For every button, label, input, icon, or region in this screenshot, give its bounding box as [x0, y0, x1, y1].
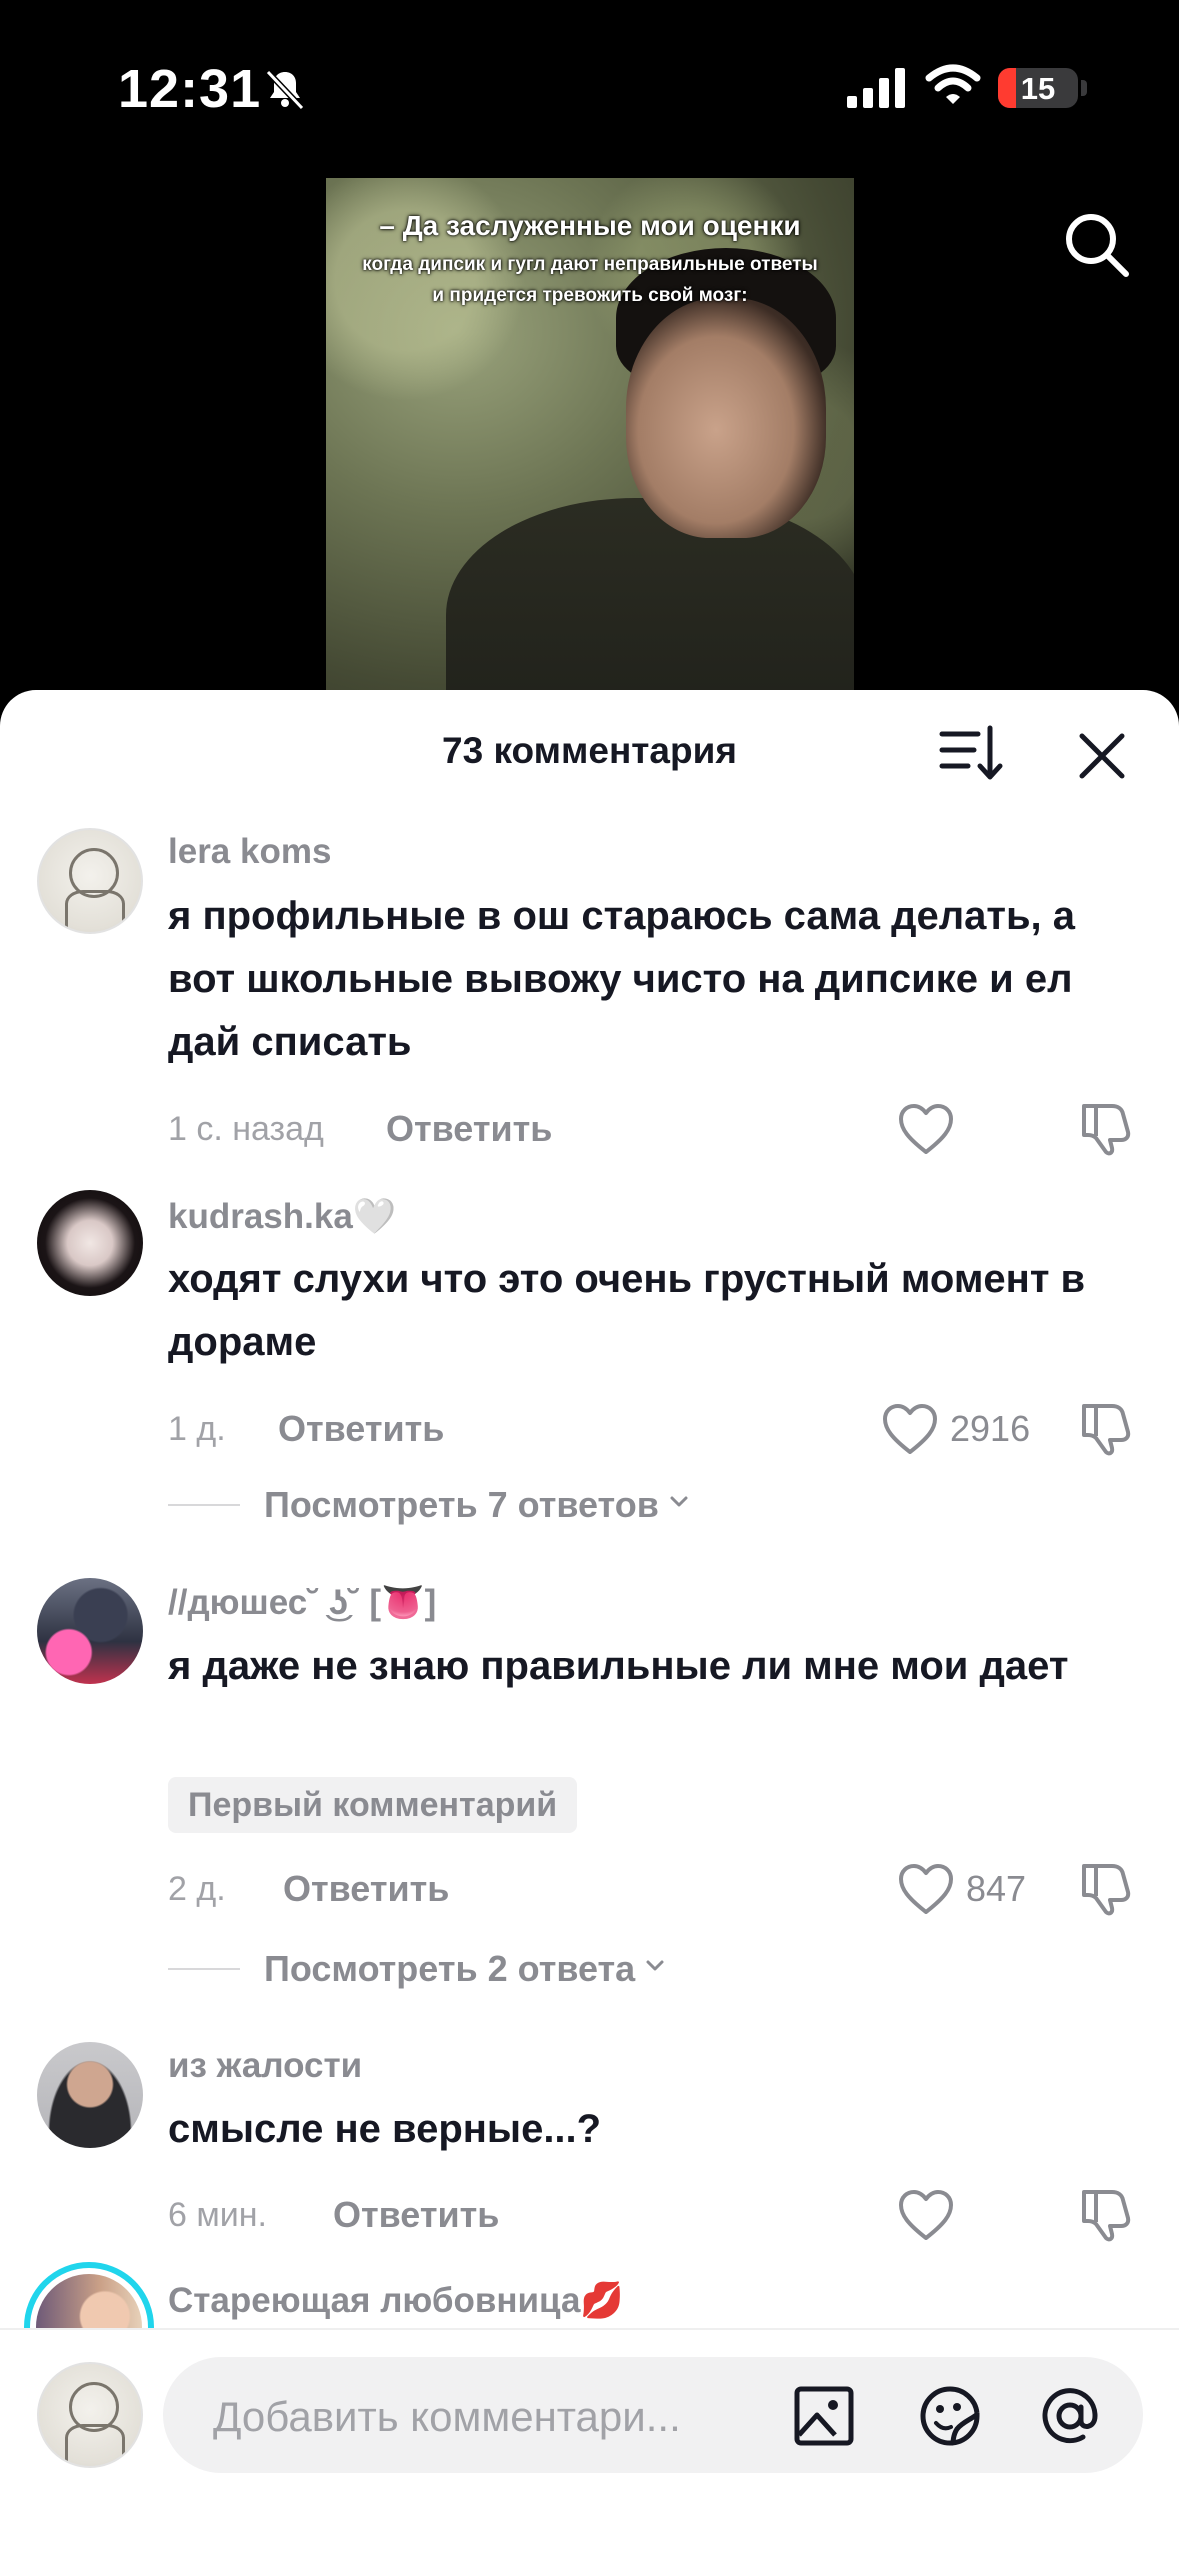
search-icon[interactable] — [1060, 208, 1132, 280]
video-player[interactable]: – Да заслуженные мои оценки когда дипсик… — [326, 178, 854, 690]
mention-icon[interactable] — [1039, 2385, 1101, 2447]
battery-icon: 15 — [998, 68, 1078, 108]
view-replies-label: Посмотреть 2 ответа — [264, 1948, 665, 1990]
chevron-down-icon — [670, 1496, 688, 1507]
my-avatar — [37, 2362, 143, 2468]
avatar[interactable] — [37, 1190, 143, 1296]
view-replies-text: Посмотреть 2 ответа — [264, 1948, 636, 1989]
status-time: 12:31 — [118, 59, 262, 119]
reply-button[interactable]: Ответить — [386, 1108, 552, 1150]
first-comment-badge: Первый комментарий — [168, 1777, 578, 1833]
comment-time: 1 с. назад — [168, 1110, 324, 1148]
comment-text: я даже не знаю правильные ли мне мои дае… — [168, 1644, 1069, 1688]
avatar[interactable] — [37, 2042, 143, 2148]
caption-line: – Да заслуженные мои оценки — [379, 210, 801, 241]
comment-input-bar: Добавить комментари... — [0, 2328, 1179, 2556]
comment-time: 1 д. — [168, 1410, 226, 1448]
wifi-icon — [925, 64, 981, 104]
comment-username[interactable]: //дюшес˘ ͜ʖ˘ [👅] — [168, 1582, 436, 1623]
close-icon[interactable] — [1072, 726, 1132, 786]
avatar[interactable] — [37, 828, 143, 934]
comment-time: 6 мин. — [168, 2196, 267, 2234]
reply-button[interactable]: Ответить — [333, 2194, 499, 2236]
view-replies-text: Посмотреть 7 ответов — [264, 1484, 659, 1525]
video-caption: – Да заслуженные мои оценки когда дипсик… — [326, 206, 854, 312]
comment-input[interactable]: Добавить комментари... — [163, 2357, 1143, 2473]
caption-line: и придется тревожить свой мозг: — [432, 285, 748, 306]
cellular-signal-icon — [847, 68, 905, 108]
divider — [168, 1504, 240, 1506]
bell-slash-icon — [265, 69, 305, 111]
comment-time: 2 д. — [168, 1870, 226, 1908]
dislike-icon[interactable] — [1078, 1400, 1134, 1456]
view-replies-button[interactable]: Посмотреть 2 ответа — [168, 1944, 868, 1994]
comment-text: ходят слухи что это очень грустный момен… — [168, 1257, 1086, 1364]
like-count: 847 — [966, 1868, 1027, 1909]
dislike-icon[interactable] — [1078, 2186, 1134, 2242]
divider — [168, 1968, 240, 1970]
comment-username[interactable]: lera koms — [168, 832, 331, 872]
heart-icon[interactable] — [898, 1864, 954, 1916]
comment-text: я профильные в ош стараюсь сама делать, … — [168, 894, 1076, 1064]
comment-username[interactable]: из жалости — [168, 2046, 362, 2086]
heart-icon[interactable] — [882, 1404, 938, 1456]
comment-text: смысле не верные...? — [168, 2107, 602, 2151]
heart-icon[interactable] — [898, 2190, 954, 2242]
image-icon[interactable] — [793, 2385, 855, 2447]
sort-icon[interactable] — [938, 720, 1004, 786]
comment-username[interactable]: kudrash.ka🤍 — [168, 1196, 396, 1237]
view-replies-button[interactable]: Посмотреть 7 ответов — [168, 1480, 868, 1530]
comment-input-placeholder: Добавить комментари... — [213, 2393, 681, 2440]
dislike-icon[interactable] — [1078, 1860, 1134, 1916]
caption-line: когда дипсик и гугл дают неправильные от… — [362, 254, 818, 275]
heart-icon[interactable] — [898, 1104, 954, 1156]
reply-button[interactable]: Ответить — [283, 1868, 449, 1910]
battery-tip — [1081, 80, 1087, 96]
emoji-sticker-icon[interactable] — [919, 2385, 981, 2447]
video-person-face — [626, 298, 826, 538]
comments-sheet: 73 комментария lera koms я профильные в … — [0, 690, 1179, 2556]
status-bar: 12:31 15 — [0, 0, 1179, 170]
reply-button[interactable]: Ответить — [278, 1408, 444, 1450]
comment-username[interactable]: Стареющая любовница💋 — [168, 2280, 624, 2321]
like-count: 2916 — [950, 1408, 1031, 1449]
chevron-down-icon — [646, 1960, 664, 1971]
battery-level: 15 — [1020, 71, 1056, 106]
dislike-icon[interactable] — [1078, 1100, 1134, 1156]
avatar[interactable] — [37, 1578, 143, 1684]
view-replies-label: Посмотреть 7 ответов — [264, 1484, 689, 1526]
